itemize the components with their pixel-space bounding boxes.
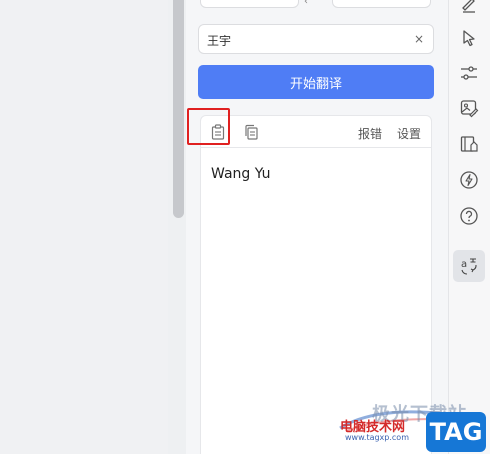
report-error-link[interactable]: 报错 (358, 125, 382, 142)
annotation-highlight (187, 108, 230, 145)
settings-link[interactable]: 设置 (397, 125, 421, 142)
source-text-value: 王宇 (207, 34, 232, 48)
image-edit-icon[interactable] (459, 98, 479, 118)
right-toolbar: a (448, 0, 490, 454)
clear-icon[interactable]: × (414, 33, 424, 45)
translation-result: Wang Yu (211, 166, 271, 182)
copy-icon[interactable] (243, 124, 259, 140)
result-toolbar: 报错 设置 (201, 116, 431, 148)
swap-language-icon[interactable]: ‹ (304, 0, 308, 7)
target-language-select[interactable] (332, 0, 431, 8)
source-text-input[interactable]: 王宇 × (198, 24, 434, 54)
start-translate-button[interactable]: 开始翻译 (198, 65, 434, 99)
help-icon[interactable] (459, 206, 479, 226)
watermark-tag-logo: TAG (426, 412, 486, 452)
svg-text:a: a (461, 259, 467, 270)
pointer-icon[interactable] (459, 28, 479, 48)
edit-icon[interactable] (459, 0, 479, 14)
scrollbar-thumb[interactable] (173, 0, 184, 218)
source-language-select[interactable] (200, 0, 299, 8)
translate-icon[interactable]: a (459, 256, 479, 276)
book-icon[interactable] (459, 134, 479, 154)
watermark-url: www.tagxp.com (345, 433, 409, 442)
sliders-icon[interactable] (459, 63, 479, 83)
lightning-icon[interactable] (459, 170, 479, 190)
